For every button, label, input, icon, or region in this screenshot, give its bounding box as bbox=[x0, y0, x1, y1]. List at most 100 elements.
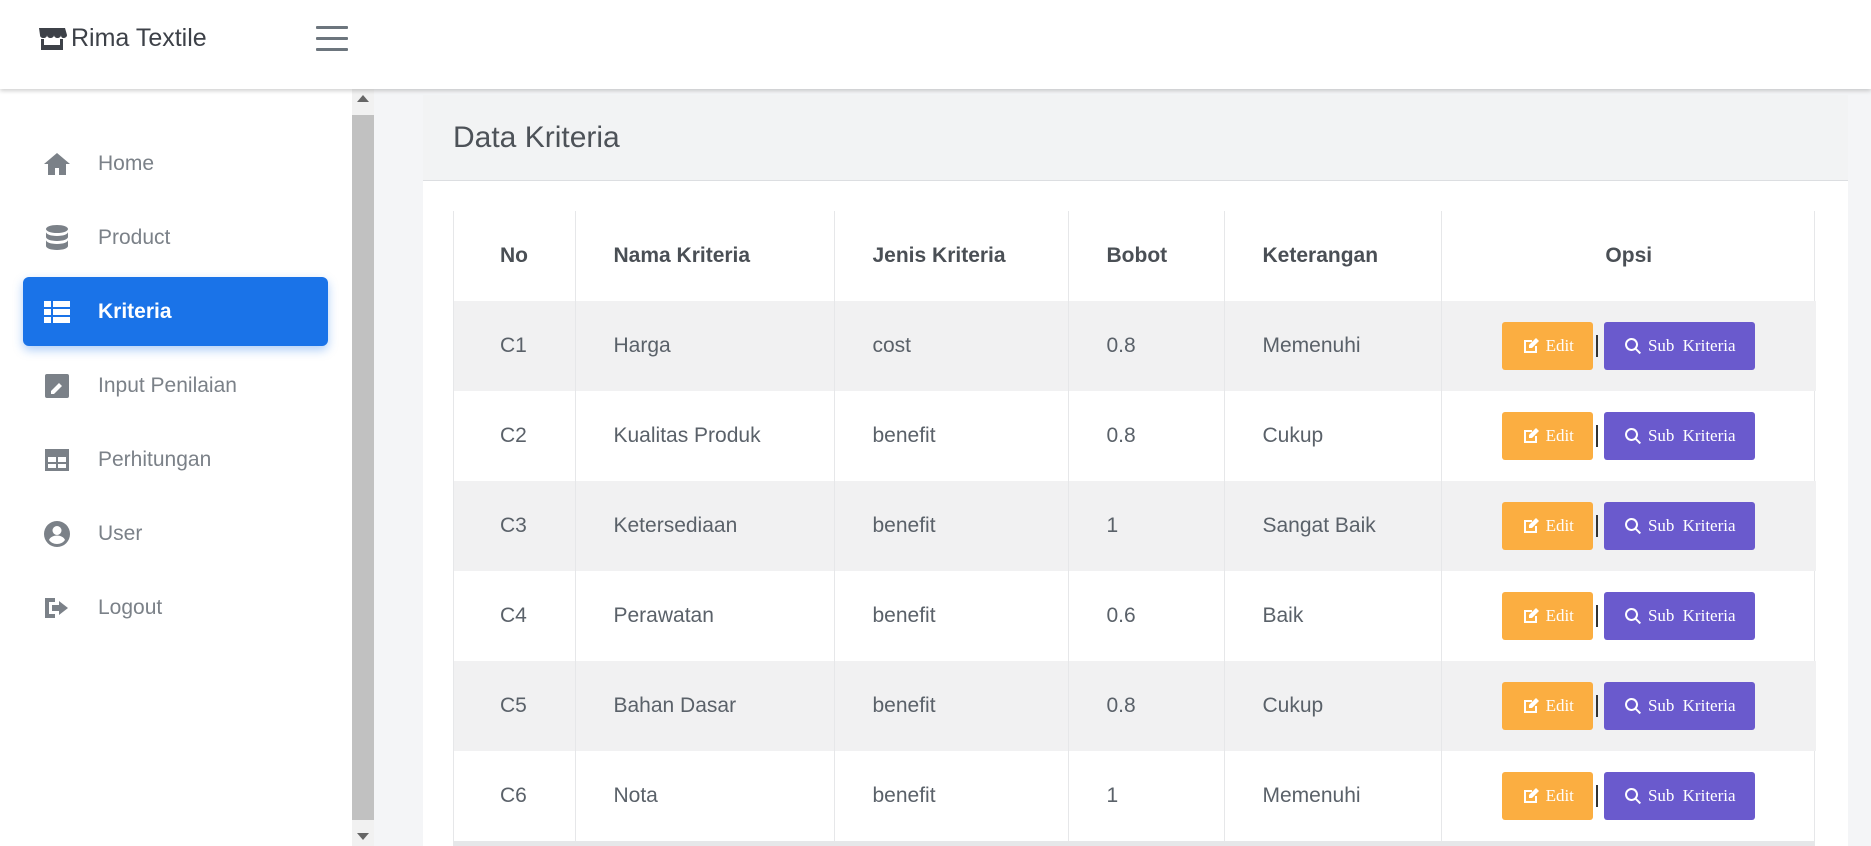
edit-button-label: Edit bbox=[1545, 696, 1574, 715]
sidebar-item-product[interactable]: Product bbox=[23, 203, 328, 272]
search-icon bbox=[1624, 428, 1641, 445]
cell-opsi: Edit Sub Kriteria bbox=[1440, 391, 1816, 481]
sub-kriteria-button[interactable]: Sub Kriteria bbox=[1604, 322, 1756, 370]
cell-keterangan: Memenuhi bbox=[1223, 751, 1441, 841]
menu-toggle-icon[interactable] bbox=[316, 26, 348, 54]
edit-button[interactable]: Edit bbox=[1502, 322, 1594, 370]
cell-no: C3 bbox=[454, 481, 575, 571]
scrollbar-thumb[interactable] bbox=[352, 115, 374, 820]
card-header: Data Kriteria bbox=[423, 95, 1848, 181]
column-header-opsi: Opsi bbox=[1440, 211, 1816, 301]
sidebar-scrollbar[interactable] bbox=[352, 89, 374, 846]
edit-button[interactable]: Edit bbox=[1502, 592, 1594, 640]
cell-no: C2 bbox=[500, 424, 527, 447]
sidebar-item-logout[interactable]: Logout bbox=[23, 573, 328, 642]
page-title: Data Kriteria bbox=[453, 120, 620, 154]
table-row: C2 Kualitas Produk benefit 0.8 Cukup Edi… bbox=[454, 391, 1816, 481]
cell-jenis-kriteria: benefit bbox=[833, 391, 1068, 481]
logout-icon bbox=[45, 597, 68, 618]
column-header-nama-kriteria: Nama Kriteria bbox=[574, 211, 834, 301]
sidebar-item-label: Home bbox=[98, 151, 155, 175]
cell-keterangan: Memenuhi bbox=[1223, 301, 1441, 391]
cell-opsi: Edit Sub Kriteria bbox=[1440, 571, 1816, 661]
sub-kriteria-button[interactable]: Sub Kriteria bbox=[1604, 682, 1756, 730]
sidebar: Home Product Kriteria Input Penilaian Pe… bbox=[0, 89, 352, 846]
cell-no: C5 bbox=[454, 661, 575, 751]
button-separator bbox=[1596, 605, 1599, 627]
edit-button[interactable]: Edit bbox=[1502, 412, 1594, 460]
sidebar-item-user[interactable]: User bbox=[23, 499, 328, 568]
scroll-down-arrow-icon[interactable] bbox=[357, 833, 369, 840]
table-row: C5 Bahan Dasar benefit 0.8 Cukup Edit Su… bbox=[454, 661, 1816, 751]
cell-no: C1 bbox=[454, 301, 575, 391]
cell-jenis-kriteria: benefit bbox=[833, 751, 1068, 841]
kriteria-table-container: No Nama Kriteria Jenis Kriteria Bobot Ke… bbox=[453, 211, 1816, 846]
database-icon bbox=[46, 224, 68, 250]
cell-keterangan: Sangat Baik bbox=[1223, 481, 1441, 571]
cell-bobot: 1 bbox=[1067, 751, 1224, 841]
edit-icon bbox=[1523, 428, 1539, 443]
edit-button-label: Edit bbox=[1545, 426, 1574, 445]
sidebar-item-label: Kriteria bbox=[98, 299, 172, 323]
edit-button[interactable]: Edit bbox=[1502, 502, 1594, 550]
column-header-jenis-kriteria: Jenis Kriteria bbox=[833, 211, 1068, 301]
sidebar-item-kriteria[interactable]: Kriteria bbox=[23, 277, 328, 346]
cell-no: C4 bbox=[500, 604, 527, 627]
sidebar-item-label: Product bbox=[98, 225, 171, 249]
edit-button[interactable]: Edit bbox=[1502, 772, 1594, 820]
cell-nama-kriteria: Bahan Dasar bbox=[574, 661, 834, 751]
cell-keterangan: Cukup bbox=[1223, 391, 1441, 481]
button-separator bbox=[1596, 335, 1599, 357]
cell-jenis-kriteria: benefit bbox=[833, 571, 1068, 661]
cell-bobot: 0.6 bbox=[1067, 571, 1224, 661]
store-icon bbox=[39, 27, 67, 50]
brand[interactable]: Rima Textile bbox=[37, 24, 207, 53]
table-row: C1 Harga cost 0.8 Memenuhi Edit Sub Krit… bbox=[454, 301, 1816, 391]
button-separator bbox=[1596, 695, 1599, 717]
table-row: C6 Nota benefit 1 Memenuhi Edit Sub Krit… bbox=[454, 751, 1816, 841]
button-separator bbox=[1596, 425, 1599, 447]
column-header-bobot: Bobot bbox=[1067, 211, 1224, 301]
sidebar-item-perhitungan[interactable]: Perhitungan bbox=[23, 425, 328, 494]
sub-kriteria-button[interactable]: Sub Kriteria bbox=[1604, 772, 1756, 820]
sub-kriteria-button-label: Sub Kriteria bbox=[1647, 696, 1736, 715]
top-navbar: Rima Textile bbox=[0, 0, 1871, 89]
sub-kriteria-button-label: Sub Kriteria bbox=[1647, 426, 1736, 445]
edit-button-label: Edit bbox=[1545, 516, 1574, 535]
cell-keterangan: Cukup bbox=[1223, 661, 1441, 751]
search-icon bbox=[1624, 788, 1641, 805]
sub-kriteria-button[interactable]: Sub Kriteria bbox=[1604, 592, 1756, 640]
edit-icon bbox=[1523, 518, 1539, 533]
cell-nama-kriteria: Harga bbox=[574, 301, 834, 391]
sidebar-item-home[interactable]: Home bbox=[23, 129, 328, 198]
edit-button-label: Edit bbox=[1545, 786, 1574, 805]
kriteria-card: Data Kriteria No Nama Kriteria Jenis Kri… bbox=[423, 95, 1848, 846]
kriteria-table: No Nama Kriteria Jenis Kriteria Bobot Ke… bbox=[454, 211, 1816, 841]
cell-jenis-kriteria: cost bbox=[833, 301, 1068, 391]
sidebar-item-label: User bbox=[98, 521, 143, 545]
sidebar-nav: Home Product Kriteria Input Penilaian Pe… bbox=[23, 129, 328, 647]
cell-bobot: 0.8 bbox=[1067, 661, 1224, 751]
sidebar-item-input-penilaian[interactable]: Input Penilaian bbox=[23, 351, 328, 420]
edit-button[interactable]: Edit bbox=[1502, 682, 1594, 730]
sidebar-item-label: Perhitungan bbox=[98, 447, 212, 471]
edit-icon bbox=[1523, 338, 1539, 353]
cell-no: C6 bbox=[500, 784, 527, 807]
cell-bobot: 0.8 bbox=[1067, 301, 1224, 391]
search-icon bbox=[1624, 608, 1641, 625]
edit-icon bbox=[1523, 698, 1539, 713]
cell-opsi: Edit Sub Kriteria bbox=[1440, 751, 1816, 841]
cell-bobot: 1 bbox=[1067, 481, 1224, 571]
table-header-row: No Nama Kriteria Jenis Kriteria Bobot Ke… bbox=[454, 211, 1816, 301]
scroll-up-arrow-icon[interactable] bbox=[357, 95, 369, 102]
cell-opsi: Edit Sub Kriteria bbox=[1440, 301, 1816, 391]
sub-kriteria-button-label: Sub Kriteria bbox=[1647, 336, 1736, 355]
edit-button-label: Edit bbox=[1545, 606, 1574, 625]
column-header-keterangan: Keterangan bbox=[1223, 211, 1441, 301]
sub-kriteria-button[interactable]: Sub Kriteria bbox=[1604, 412, 1756, 460]
cell-jenis-kriteria: benefit bbox=[833, 481, 1068, 571]
search-icon bbox=[1624, 338, 1641, 355]
sub-kriteria-button[interactable]: Sub Kriteria bbox=[1604, 502, 1756, 550]
cell-nama-kriteria: Perawatan bbox=[574, 571, 834, 661]
search-icon bbox=[1624, 698, 1641, 715]
